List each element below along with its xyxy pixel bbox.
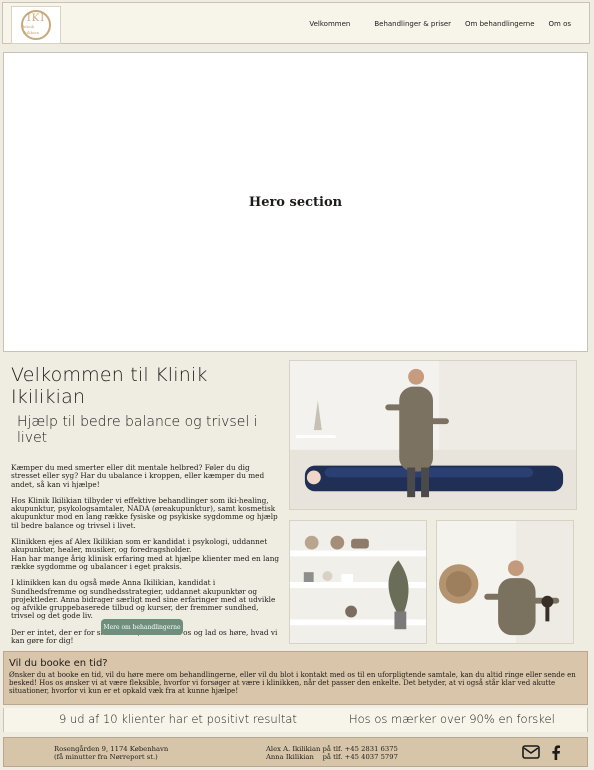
nav-om-os[interactable]: Om os	[549, 20, 571, 28]
footer: Rosengården 9, 1174 København (få minutt…	[3, 737, 588, 767]
footer-social-icons	[522, 744, 562, 760]
logo-subtext: klinik ikilikian	[23, 24, 40, 35]
welcome-paragraph-3: Klinikken ejes af Alex Ikilikian som er …	[11, 537, 280, 571]
booking-title: Vil du booke en tid?	[9, 658, 108, 669]
nav-om-behandlingerne[interactable]: Om behandlingerne	[465, 20, 534, 28]
singing-bowl-photo	[436, 520, 574, 644]
welcome-section: Velkommen til Klinik Ikilikian Hjælp til…	[3, 356, 588, 648]
footer-contact-line-2: Anna Ikilikian på tlf. +45 4037 5797	[266, 753, 398, 761]
stat-difference: Hos os mærker over 90% en forskel	[349, 712, 555, 726]
hero-title: Hero section	[248, 194, 343, 210]
welcome-subtitle: Hjælp til bedre balance og trivsel i liv…	[17, 414, 258, 446]
facebook-icon[interactable]	[550, 744, 562, 760]
treatment-photo-svg	[290, 361, 576, 509]
nav-behandlinger-priser[interactable]: Behandlinger & priser	[374, 20, 451, 28]
nav-velkommen[interactable]: Velkommen	[309, 20, 350, 28]
stats-bar: 9 ud af 10 klienter har et positivt resu…	[3, 708, 588, 732]
booking-section: Vil du booke en tid? Ønsker du at booke …	[3, 651, 588, 705]
welcome-paragraph-4: I klinikken kan du også møde Anna Ikilik…	[11, 578, 276, 621]
logo-text: IKI	[26, 13, 46, 24]
logo-mark: IKI klinik ikilikian	[21, 10, 51, 40]
mail-icon[interactable]	[522, 745, 540, 759]
welcome-title: Velkommen til Klinik Ikilikian	[11, 364, 208, 408]
footer-address: Rosengården 9, 1174 København (få minutt…	[54, 745, 168, 761]
logo[interactable]: IKI klinik ikilikian	[11, 6, 61, 44]
hero-section: Hero section	[3, 52, 588, 352]
footer-address-line-2: (få minutter fra Nørreport st.)	[54, 753, 158, 761]
footer-address-line-1: Rosengården 9, 1174 København	[54, 745, 169, 753]
shelf-photo	[289, 520, 427, 644]
more-treatments-button[interactable]: Mere om behandlingerne	[101, 619, 183, 635]
welcome-paragraph-2: Hos Klinik Ikilikian tilbyder vi effekti…	[11, 495, 278, 530]
welcome-paragraph-1: Kæmper du med smerter eller dit mentale …	[11, 463, 265, 489]
shelf-photo-svg	[290, 521, 426, 643]
welcome-text: Velkommen til Klinik Ikilikian Hjælp til…	[11, 364, 281, 645]
footer-contact-line-1: Alex A. Ikilikian på tlf. +45 2831 6375	[266, 745, 398, 753]
stat-positive-results: 9 ud af 10 klienter har et positivt resu…	[59, 712, 297, 726]
treatment-photo	[289, 360, 577, 510]
booking-text: Ønsker du at booke en tid, vil du høre m…	[9, 671, 576, 695]
footer-contact: Alex A. Ikilikian på tlf. +45 2831 6375 …	[266, 745, 398, 761]
singing-bowl-photo-svg	[437, 521, 573, 643]
main-nav: Velkommen Behandlinger & priser Om behan…	[309, 3, 571, 45]
top-header: IKI klinik ikilikian Velkommen Behandlin…	[2, 2, 590, 44]
